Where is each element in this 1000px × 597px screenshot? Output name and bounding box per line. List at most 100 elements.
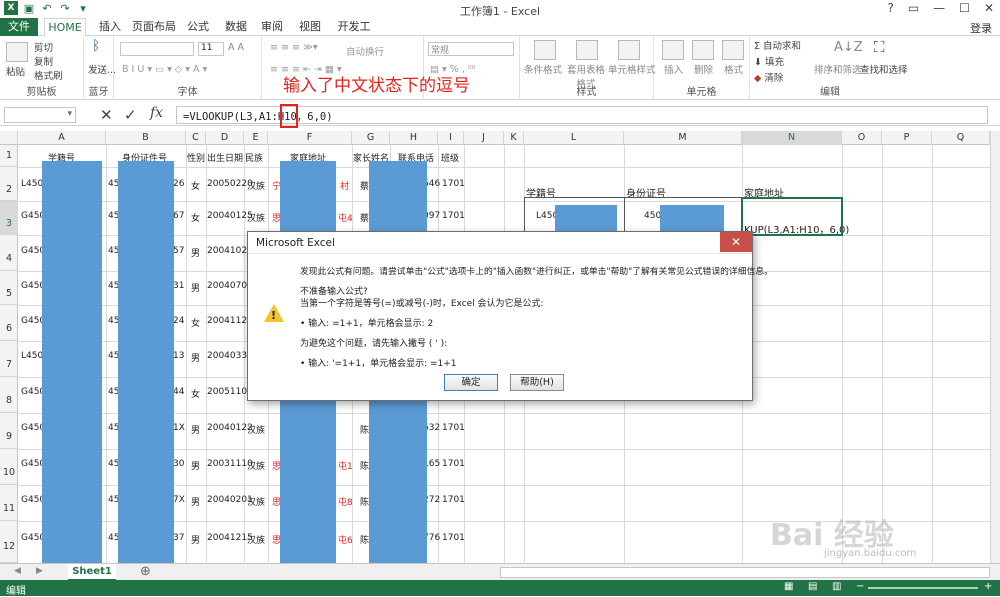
cell-i11[interactable]: 1701 <box>442 495 465 505</box>
cell-i3[interactable]: 1701 <box>442 211 465 221</box>
column-header-a[interactable]: A <box>18 131 106 145</box>
row-header-1[interactable]: 1 <box>0 145 18 167</box>
minimize-icon[interactable]: — <box>933 1 945 15</box>
conditional-format-button[interactable]: 条件格式 <box>524 62 562 76</box>
close-window-icon[interactable]: ✕ <box>984 1 994 15</box>
cut-button[interactable]: 剪切 <box>34 40 53 54</box>
row-header-7[interactable]: 7 <box>0 341 18 377</box>
wrap-text-button[interactable]: 自动换行 <box>346 44 384 58</box>
align-icons[interactable]: ≡ ≡ ≡ ≫▾ <box>270 42 318 53</box>
tab-home[interactable]: HOME <box>44 18 86 37</box>
insert-cells-button[interactable]: 插入 <box>664 62 683 76</box>
vertical-scrollbar[interactable] <box>990 131 1000 563</box>
row-header-12[interactable]: 12 <box>0 521 18 563</box>
sign-in-link[interactable]: 登录 <box>970 20 992 36</box>
cell-g12[interactable]: 陈 <box>360 533 369 546</box>
cell-i12[interactable]: 1701 <box>442 533 465 543</box>
help-button[interactable]: 帮助(H) <box>510 374 564 391</box>
cell-d12[interactable]: 20041215 <box>207 533 253 543</box>
insert-function-icon[interactable]: fx <box>150 105 163 121</box>
cell-d5[interactable]: 20040705 <box>207 281 253 291</box>
tab-developer[interactable]: 开发工具 <box>334 18 374 51</box>
header-class[interactable]: 班级 <box>441 151 459 164</box>
sheet-prev-icon[interactable]: ◀ <box>14 566 21 576</box>
cell-d4[interactable]: 20041028 <box>207 246 253 256</box>
column-header-i[interactable]: I <box>438 131 464 145</box>
row-header-8[interactable]: 8 <box>0 377 18 413</box>
cell-e3[interactable]: 汉族 <box>247 211 265 224</box>
row-header-5[interactable]: 5 <box>0 271 18 305</box>
fill-button[interactable]: ⬇ 填充 <box>754 54 784 68</box>
dialog-close-button[interactable]: ✕ <box>720 232 752 252</box>
cell-e12[interactable]: 汉族 <box>247 533 265 546</box>
column-header-c[interactable]: C <box>186 131 206 145</box>
cell-c4[interactable]: 男 <box>191 246 200 259</box>
cell-d7[interactable]: 20040330 <box>207 351 253 361</box>
cell-e9[interactable]: 汉族 <box>247 423 265 436</box>
normal-view-icon[interactable]: ▦ <box>784 581 793 592</box>
sheet-next-icon[interactable]: ▶ <box>36 566 43 576</box>
column-header-b[interactable]: B <box>106 131 186 145</box>
column-header-d[interactable]: D <box>206 131 244 145</box>
tab-view[interactable]: 视图 <box>296 18 324 36</box>
confirm-formula-icon[interactable]: ✓ <box>124 106 137 124</box>
font-size-box[interactable]: 11 <box>198 42 224 56</box>
row-header-10[interactable]: 10 <box>0 449 18 485</box>
font-name-box[interactable] <box>120 42 194 56</box>
cell-c11[interactable]: 男 <box>191 495 200 508</box>
tab-formulas[interactable]: 公式 <box>184 18 212 36</box>
cell-c9[interactable]: 男 <box>191 423 200 436</box>
cell-c3[interactable]: 女 <box>191 211 200 224</box>
cell-c6[interactable]: 女 <box>191 316 200 329</box>
cell-c5[interactable]: 男 <box>191 281 200 294</box>
tab-review[interactable]: 审阅 <box>258 18 286 36</box>
paste-icon[interactable] <box>6 42 28 62</box>
cell-d6[interactable]: 20041128 <box>207 316 253 326</box>
paste-button[interactable]: 粘贴 <box>6 64 25 78</box>
column-header-q[interactable]: Q <box>932 131 990 145</box>
column-header-h[interactable]: H <box>390 131 438 145</box>
cell-g2[interactable]: 蔡 <box>360 179 369 192</box>
cell-d11[interactable]: 20040201 <box>207 495 253 505</box>
column-header-l[interactable]: L <box>524 131 624 145</box>
cell-c8[interactable]: 女 <box>191 387 200 400</box>
cell-g10[interactable]: 陈 <box>360 459 369 472</box>
send-button[interactable]: 发送... <box>88 62 116 76</box>
cancel-formula-icon[interactable]: ✕ <box>100 106 113 124</box>
column-header-g[interactable]: G <box>352 131 390 145</box>
cell-d2[interactable]: 20050220 <box>207 179 253 189</box>
cell-d9[interactable]: 20040122 <box>207 423 253 433</box>
page-layout-view-icon[interactable]: ▤ <box>808 581 817 592</box>
tab-insert[interactable]: 插入 <box>96 18 124 36</box>
row-header-2[interactable]: 2 <box>0 167 18 201</box>
tab-page-layout[interactable]: 页面布局 <box>132 18 176 36</box>
font-grow-icon[interactable]: A A <box>228 42 244 53</box>
sheet-tab-sheet1[interactable]: Sheet1 <box>68 564 116 581</box>
row-header-4[interactable]: 4 <box>0 235 18 271</box>
format-cells-icon[interactable] <box>722 40 744 60</box>
delete-cells-icon[interactable] <box>692 40 714 60</box>
conditional-format-icon[interactable] <box>534 40 556 60</box>
column-header-p[interactable]: P <box>882 131 932 145</box>
zoom-out-icon[interactable]: − <box>856 581 864 592</box>
cell-g3[interactable]: 蔡 <box>360 211 369 224</box>
tab-file[interactable]: 文件 <box>0 18 38 36</box>
format-painter-button[interactable]: 格式刷 <box>34 68 63 82</box>
maximize-icon[interactable]: ☐ <box>959 1 970 15</box>
row-header-11[interactable]: 11 <box>0 485 18 521</box>
column-header-j[interactable]: J <box>464 131 504 145</box>
select-all-corner[interactable] <box>0 131 18 145</box>
horizontal-scrollbar[interactable] <box>500 567 990 578</box>
cell-c7[interactable]: 男 <box>191 351 200 364</box>
tab-data[interactable]: 数据 <box>222 18 250 36</box>
cell-d8[interactable]: 20051104 <box>207 387 253 397</box>
format-table-icon[interactable] <box>576 40 598 60</box>
cell-c10[interactable]: 男 <box>191 459 200 472</box>
sort-icon[interactable]: A↓Z <box>834 40 863 55</box>
column-header-m[interactable]: M <box>624 131 742 145</box>
column-header-f[interactable]: F <box>268 131 352 145</box>
page-break-view-icon[interactable]: ▥ <box>832 581 841 592</box>
clear-button[interactable]: ◆ 清除 <box>754 70 783 84</box>
zoom-in-icon[interactable]: + <box>984 581 992 592</box>
autosum-button[interactable]: Σ 自动求和 <box>754 38 801 52</box>
